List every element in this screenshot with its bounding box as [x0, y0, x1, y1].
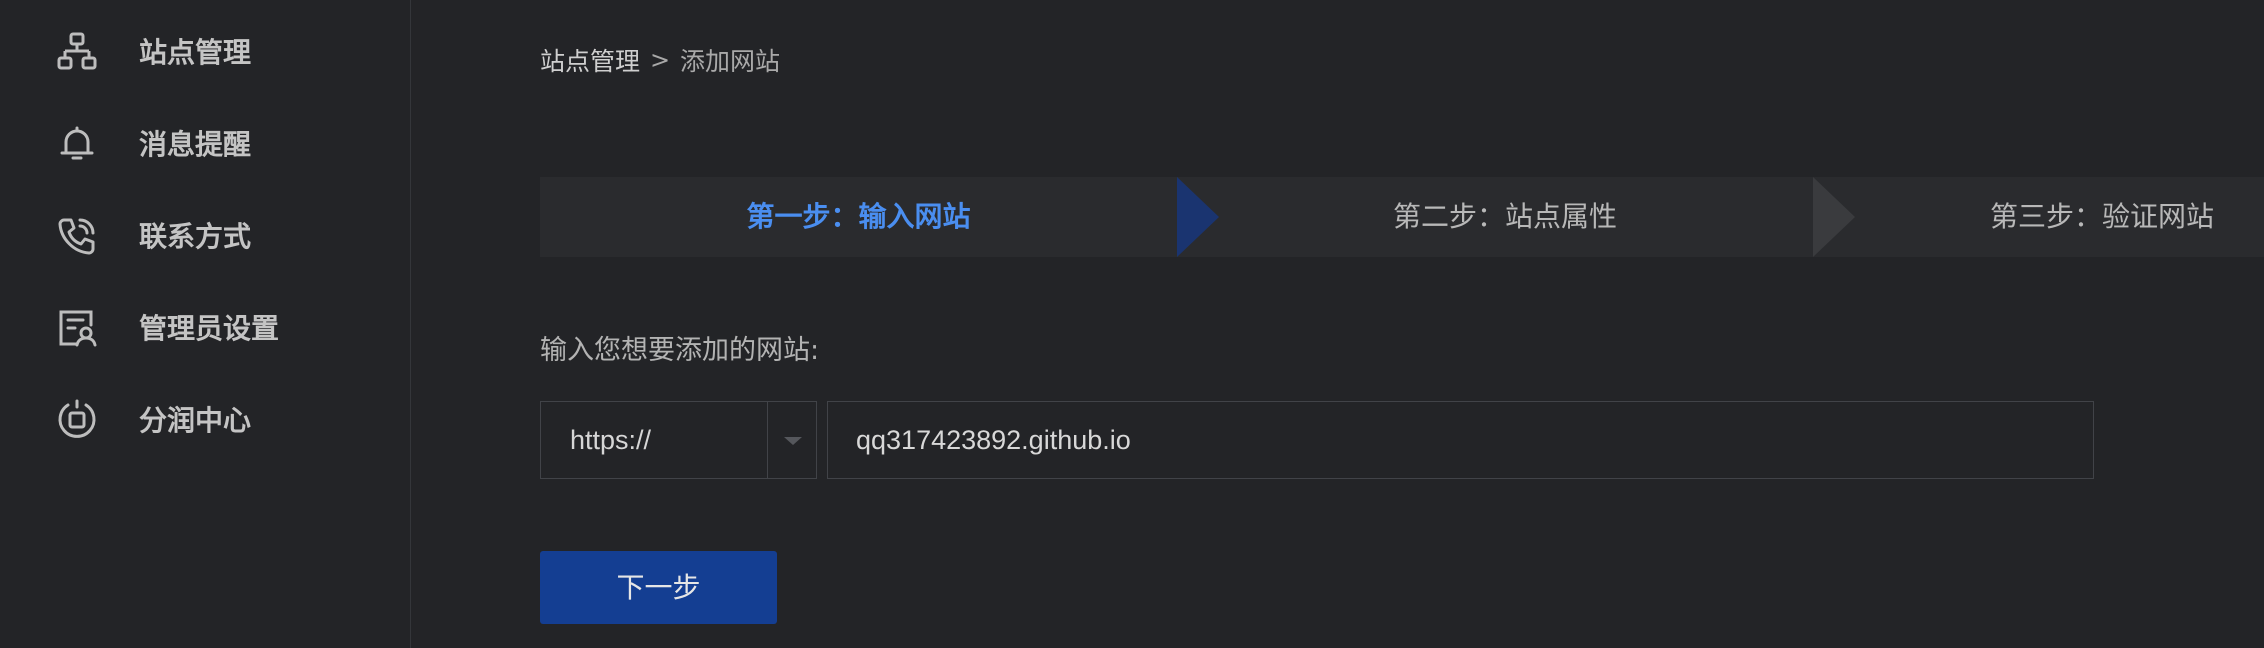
select-divider	[767, 402, 768, 478]
chevron-down-icon[interactable]	[784, 437, 802, 445]
bell-icon	[56, 123, 98, 165]
sidebar-item-label: 管理员设置	[139, 312, 280, 345]
main-content: 站点管理 > 添加网站 第一步：输入网站 第二步：站点属性 第三步：验证网站 输…	[411, 0, 2264, 648]
sidebar-item-site-management[interactable]: 站点管理	[0, 5, 410, 97]
sidebar-item-label: 站点管理	[139, 36, 252, 69]
step-2: 第二步：站点属性	[1392, 200, 1617, 233]
sidebar: 站点管理 消息提醒 联系方式 管理员设置 分润中心	[0, 0, 411, 648]
step-3: 第三步：验证网站	[1830, 177, 2264, 257]
sitemap-icon	[56, 31, 98, 73]
breadcrumb-separator-icon: >	[649, 46, 671, 74]
profit-share-icon	[56, 399, 98, 441]
breadcrumb: 站点管理 > 添加网站	[540, 42, 780, 78]
admin-settings-icon	[56, 307, 98, 349]
sidebar-item-label: 联系方式	[139, 220, 252, 253]
sidebar-item-profit-center[interactable]: 分润中心	[0, 373, 410, 465]
sidebar-item-admin-settings[interactable]: 管理员设置	[0, 281, 410, 373]
sidebar-item-label: 消息提醒	[139, 128, 252, 161]
sidebar-item-notifications[interactable]: 消息提醒	[0, 97, 410, 189]
website-input-label: 输入您想要添加的网站:	[540, 335, 820, 366]
protocol-select[interactable]: https://	[540, 401, 817, 479]
protocol-value: https://	[570, 425, 652, 455]
breadcrumb-root-link[interactable]: 站点管理	[540, 42, 640, 78]
website-url-input[interactable]	[827, 401, 2094, 479]
steps-bar: 第一步：输入网站 第二步：站点属性 第三步：验证网站	[540, 177, 2264, 257]
next-step-button[interactable]: 下一步	[540, 551, 777, 624]
breadcrumb-current: 添加网站	[680, 47, 781, 76]
phone-icon	[56, 215, 98, 257]
step-1-active: 第一步：输入网站	[746, 200, 971, 233]
app-root: 站点管理 消息提醒 联系方式 管理员设置 分润中心 站点管理 > 添加网站 第一…	[0, 0, 2264, 648]
sidebar-item-contact[interactable]: 联系方式	[0, 189, 410, 281]
step-3-label: 第三步：验证网站	[1990, 200, 2215, 233]
sidebar-item-label: 分润中心	[139, 404, 252, 437]
